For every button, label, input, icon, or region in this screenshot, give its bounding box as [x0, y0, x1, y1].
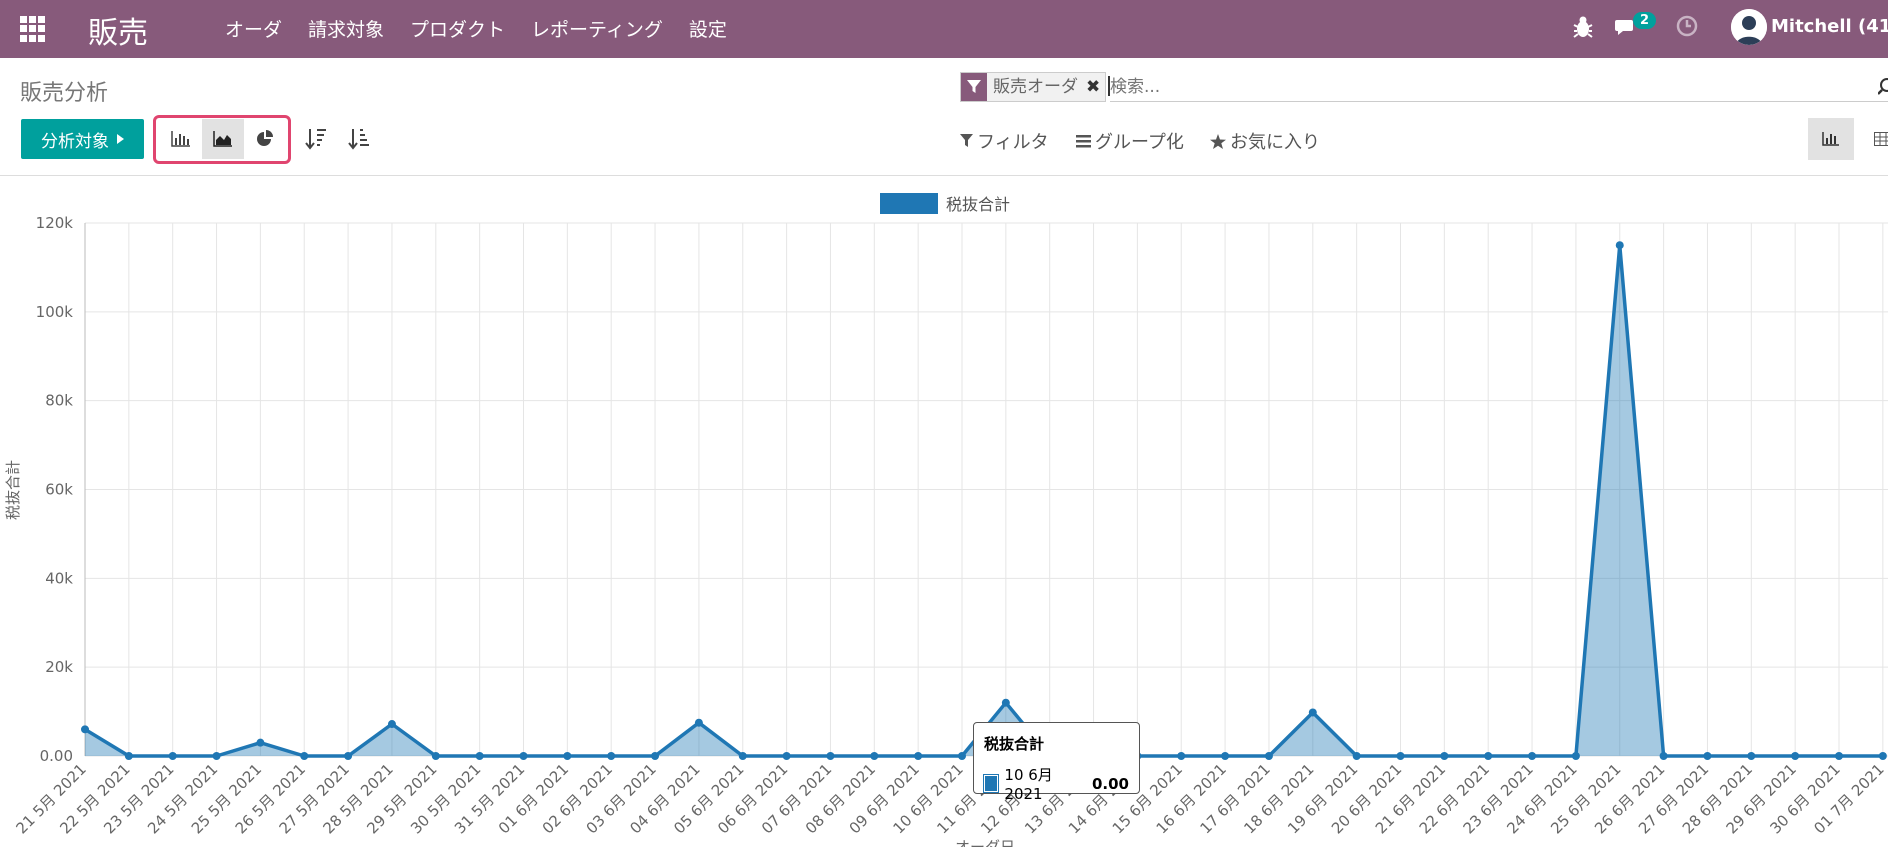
data-point[interactable] — [1571, 752, 1580, 760]
data-point[interactable] — [651, 752, 660, 760]
data-point[interactable] — [344, 752, 353, 760]
data-point[interactable] — [475, 752, 484, 760]
data-point[interactable] — [1440, 752, 1449, 760]
data-point[interactable] — [387, 720, 396, 729]
data-point[interactable] — [168, 752, 177, 760]
tooltip-value: 0.00 — [1091, 774, 1129, 793]
data-point[interactable] — [1659, 752, 1668, 760]
data-point[interactable] — [914, 752, 923, 760]
data-point[interactable] — [81, 725, 89, 734]
data-point[interactable] — [431, 752, 440, 760]
data-point[interactable] — [1791, 752, 1800, 760]
y-tick-label: 80k — [45, 392, 73, 410]
y-tick-label: 0.00 — [40, 747, 73, 765]
data-point[interactable] — [124, 752, 133, 760]
data-point[interactable] — [300, 752, 309, 760]
data-point[interactable] — [607, 752, 616, 760]
data-point[interactable] — [782, 752, 791, 760]
data-point[interactable] — [1615, 241, 1624, 250]
data-point[interactable] — [563, 752, 572, 760]
y-tick-label: 40k — [45, 569, 73, 587]
line-chart: 0.0020k40k60k80k100k120k 21 5月 202122 5月… — [4, 214, 1888, 847]
data-point[interactable] — [1484, 752, 1493, 760]
data-point[interactable] — [870, 752, 879, 760]
data-point[interactable] — [826, 752, 835, 760]
data-point[interactable] — [1703, 752, 1712, 760]
data-point[interactable] — [212, 752, 221, 760]
data-point[interactable] — [1878, 752, 1887, 760]
data-point[interactable] — [519, 752, 528, 760]
data-point[interactable] — [256, 738, 265, 747]
data-point[interactable] — [1221, 752, 1230, 760]
y-tick-label: 120k — [36, 214, 74, 232]
tooltip-row: 10 6月 2021 0.00 — [982, 764, 1129, 803]
y-tick-label: 100k — [36, 303, 74, 321]
y-axis-label: 税抜合計 — [4, 460, 22, 520]
data-point[interactable] — [1001, 698, 1010, 707]
data-point[interactable] — [1528, 752, 1537, 760]
data-point[interactable] — [1747, 752, 1756, 760]
data-point[interactable] — [1177, 752, 1186, 760]
data-point[interactable] — [1264, 752, 1273, 760]
chart-tooltip: 税抜合計 10 6月 2021 0.00 — [973, 722, 1140, 803]
data-point[interactable] — [1835, 752, 1843, 760]
data-point[interactable] — [738, 752, 747, 760]
x-axis-label: オーダ日 — [955, 838, 1015, 847]
tooltip-swatch — [982, 774, 1000, 793]
y-tick-label: 20k — [45, 658, 73, 676]
data-point[interactable] — [1308, 708, 1317, 717]
tooltip-title: 税抜合計 — [984, 735, 1045, 753]
data-point[interactable] — [958, 752, 966, 760]
data-point[interactable] — [1352, 752, 1361, 760]
data-point[interactable] — [1396, 752, 1405, 760]
data-point[interactable] — [694, 718, 703, 727]
tooltip-label: 10 6月 2021 — [1004, 766, 1053, 803]
y-tick-label: 60k — [45, 481, 73, 499]
